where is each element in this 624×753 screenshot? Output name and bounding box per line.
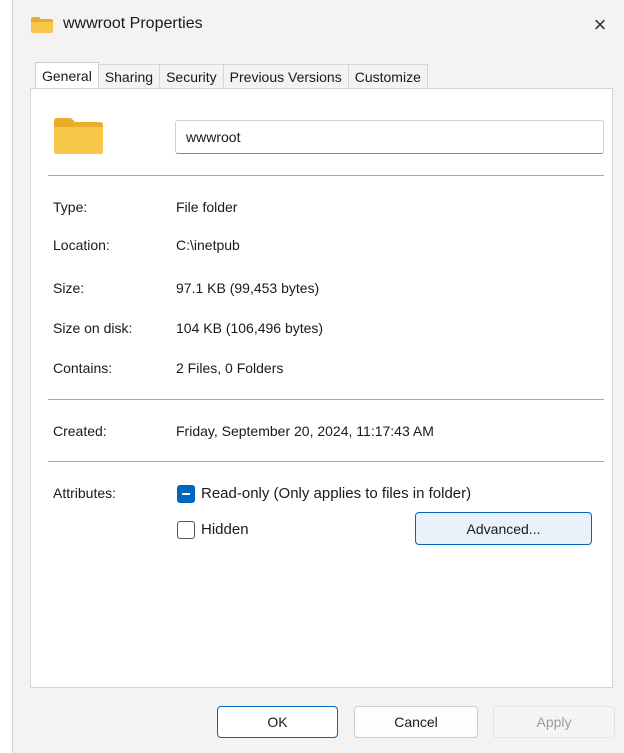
tab-strip: General Sharing Security Previous Versio… — [35, 62, 428, 89]
tab-security[interactable]: Security — [159, 64, 224, 88]
readonly-label[interactable]: Read-only (Only applies to files in fold… — [201, 485, 471, 502]
size-on-disk-value: 104 KB (106,496 bytes) — [176, 320, 324, 336]
ok-button[interactable]: OK — [217, 706, 338, 738]
hidden-checkbox[interactable] — [177, 521, 195, 539]
advanced-button[interactable]: Advanced... — [415, 512, 592, 545]
window-title: wwwroot Properties — [63, 15, 203, 32]
hidden-label[interactable]: Hidden — [201, 521, 249, 538]
readonly-checkbox[interactable] — [177, 485, 195, 503]
general-panel: Type: File folder Location: C:\inetpub S… — [30, 88, 613, 688]
title-bar: wwwroot Properties × — [13, 0, 624, 52]
size-value: 97.1 KB (99,453 bytes) — [176, 280, 320, 296]
close-icon: × — [593, 12, 607, 37]
size-label: Size: — [53, 280, 85, 296]
close-button[interactable]: × — [583, 8, 617, 42]
location-value: C:\inetpub — [176, 237, 240, 253]
divider — [48, 399, 604, 400]
divider — [48, 175, 604, 176]
size-on-disk-label: Size on disk: — [53, 320, 133, 336]
apply-button[interactable]: Apply — [493, 706, 615, 738]
contains-value: 2 Files, 0 Folders — [176, 360, 284, 376]
folder-name-input[interactable] — [175, 120, 604, 154]
created-value: Friday, September 20, 2024, 11:17:43 AM — [176, 423, 434, 439]
tab-sharing[interactable]: Sharing — [97, 64, 161, 88]
properties-dialog: wwwroot Properties × General Sharing Sec… — [12, 0, 624, 753]
folder-icon — [31, 17, 53, 33]
cancel-button[interactable]: Cancel — [354, 706, 478, 738]
created-label: Created: — [53, 423, 107, 439]
divider — [48, 461, 604, 462]
tab-previous-versions[interactable]: Previous Versions — [222, 64, 349, 88]
tab-general[interactable]: General — [35, 62, 99, 88]
contains-label: Contains: — [53, 360, 113, 376]
tab-customize[interactable]: Customize — [347, 64, 428, 88]
type-value: File folder — [176, 199, 238, 215]
folder-icon — [54, 118, 103, 154]
location-label: Location: — [53, 237, 110, 253]
type-label: Type: — [53, 199, 88, 215]
attributes-label: Attributes: — [53, 485, 117, 501]
